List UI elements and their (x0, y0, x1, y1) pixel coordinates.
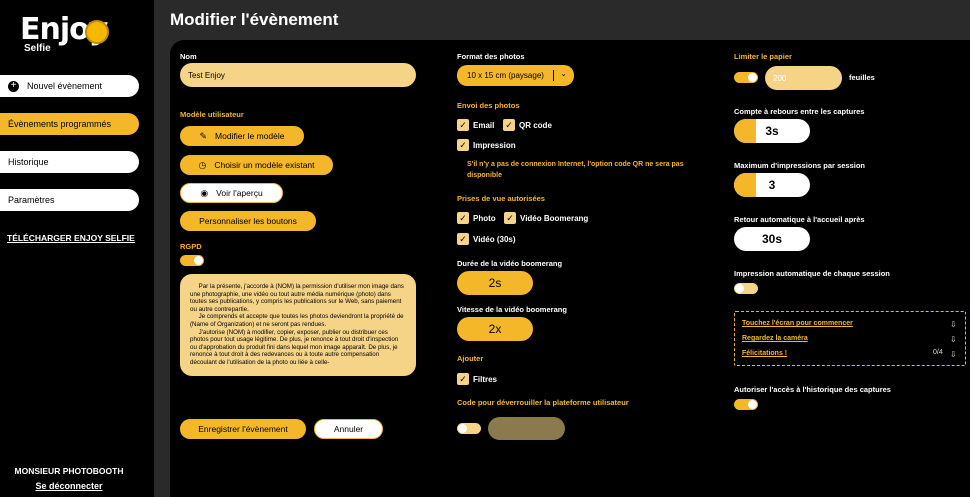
rgpd-textarea[interactable]: Par la présente, j'accorde à (NOM) la pe… (180, 274, 416, 376)
format-select[interactable]: 10 x 15 cm (paysage) ⌄ (457, 65, 574, 86)
auto-return-input[interactable]: 30s (734, 227, 810, 251)
photo-checkbox[interactable]: ✓ (457, 212, 469, 224)
max-prints-label: Maximum d'impressions par session (734, 161, 865, 170)
sidebar-item-new-event[interactable]: + Nouvel évènement (0, 75, 139, 97)
name-input[interactable]: Test Enjoy (180, 63, 416, 87)
preview-label: Voir l'aperçu (216, 188, 263, 198)
boomerang-checkbox[interactable]: ✓ (504, 212, 516, 224)
upload-count: 0/4 (933, 349, 943, 356)
rgpd-toggle[interactable] (180, 255, 204, 266)
boomerang-duration-input[interactable]: 2s (457, 271, 533, 295)
enjoy-selfie-logo: Enjoy Selfie (20, 12, 120, 60)
paper-limit-toggle[interactable] (734, 72, 758, 83)
unlock-toggle[interactable] (457, 423, 481, 434)
add-label: Ajouter (457, 354, 484, 363)
boomerang-duration-label: Durée de la vidéo boomerang (457, 259, 563, 268)
congrats-link[interactable]: Félicitations ! (742, 350, 787, 357)
choose-model-button[interactable]: ◷ Choisir un modèle existant (180, 155, 333, 175)
logout-link[interactable]: Se déconnecter (0, 481, 138, 491)
unlock-code-input[interactable] (488, 417, 565, 440)
qrcode-warning-note: S'il n'y a pas de connexion Internet, l'… (467, 161, 684, 179)
max-prints-value: 3 (768, 178, 776, 192)
boomerang-speed-input[interactable]: 2x (457, 317, 533, 341)
save-event-button[interactable]: Enregistrer l'évènement (180, 419, 306, 439)
send-label: Envoi des photos (457, 101, 520, 110)
countdown-input[interactable]: 3s (734, 119, 810, 143)
user-name: MONSIEUR PHOTOBOOTH (14, 466, 124, 476)
filters-label: Filtres (473, 375, 498, 384)
auto-print-label: Impression automatique de chaque session (734, 269, 890, 278)
shots-label: Prises de vue autorisées (457, 194, 545, 203)
filters-checkbox[interactable]: ✓ (457, 373, 469, 385)
sidebar-item-label: Historique (8, 157, 49, 167)
model-label: Modèle utilisateur (180, 110, 244, 119)
eye-icon: ◉ (200, 187, 209, 198)
history-icon: ◷ (198, 159, 207, 170)
unlock-label: Code pour déverrouiller la plateforme ut… (457, 398, 629, 407)
plus-icon: + (8, 80, 19, 92)
modify-model-label: Modifier le modèle (215, 131, 285, 141)
boomerang-speed-label: Vitesse de la vidéo boomerang (457, 305, 567, 314)
pencil-icon: ✎ (199, 130, 208, 141)
smiley-icon (85, 20, 109, 44)
rgpd-label: RGPD (180, 242, 202, 251)
history-access-label: Autoriser l'accès à l'historique des cap… (734, 385, 891, 394)
video-label: Vidéo (30s) (473, 235, 516, 244)
logo-subtitle: Selfie (24, 43, 51, 54)
auto-return-label: Retour automatique à l'accueil après (734, 215, 865, 224)
sidebar-item-scheduled-events[interactable]: Évènements programmés (0, 113, 139, 135)
qrcode-label: QR code (519, 121, 552, 130)
sheets-label: feuilles (849, 73, 875, 82)
qrcode-checkbox[interactable]: ✓ (503, 119, 515, 131)
modify-model-button[interactable]: ✎ Modifier le modèle (180, 126, 304, 146)
sidebar-item-label: Paramètres (8, 195, 55, 205)
boomerang-label: Vidéo Boomerang (520, 214, 589, 223)
auto-print-toggle[interactable] (734, 283, 758, 294)
chevron-down-icon: ⌄ (560, 69, 567, 78)
countdown-value: 3s (765, 124, 779, 138)
preview-button[interactable]: ◉ Voir l'aperçu (180, 183, 283, 203)
sidebar-item-label: Nouvel évènement (27, 81, 103, 91)
print-checkbox[interactable]: ✓ (457, 139, 469, 151)
email-checkbox[interactable]: ✓ (457, 119, 469, 131)
customize-buttons-button[interactable]: Personnaliser les boutons (180, 211, 316, 231)
video-checkbox[interactable]: ✓ (457, 233, 469, 245)
history-access-toggle[interactable] (734, 399, 758, 410)
paper-limit-label: Limiter le papier (734, 52, 792, 61)
download-app-link[interactable]: TÉLÉCHARGER ENJOY SELFIE (7, 233, 135, 243)
cloud-download-icon[interactable]: ⇩ (950, 335, 960, 344)
cloud-download-icon[interactable]: ⇩ (950, 320, 960, 329)
sidebar: Enjoy Selfie + Nouvel évènement Évènemen… (0, 0, 154, 497)
choose-model-label: Choisir un modèle existant (214, 160, 315, 170)
cloud-download-icon[interactable]: ⇩ (950, 350, 960, 359)
page-title: Modifier l'évènement (170, 10, 339, 29)
name-label: Nom (180, 52, 197, 61)
sidebar-item-history[interactable]: Historique (0, 151, 139, 173)
cancel-button[interactable]: Annuler (314, 419, 383, 439)
sidebar-item-label: Évènements programmés (8, 119, 112, 129)
photo-label: Photo (473, 214, 496, 223)
format-value: 10 x 15 cm (paysage) (467, 71, 544, 80)
countdown-label: Compte à rebours entre les captures (734, 107, 865, 116)
format-label: Format des photos (457, 52, 525, 61)
sidebar-item-settings[interactable]: Paramètres (0, 189, 139, 211)
look-camera-link[interactable]: Regardez la caméra (742, 335, 808, 342)
print-label: Impression (473, 141, 516, 150)
paper-limit-input[interactable]: 200 (765, 66, 842, 90)
max-prints-input[interactable]: 3 (734, 173, 810, 197)
email-label: Email (473, 121, 495, 130)
touch-screen-link[interactable]: Touchez l'écran pour commencer (742, 320, 853, 327)
